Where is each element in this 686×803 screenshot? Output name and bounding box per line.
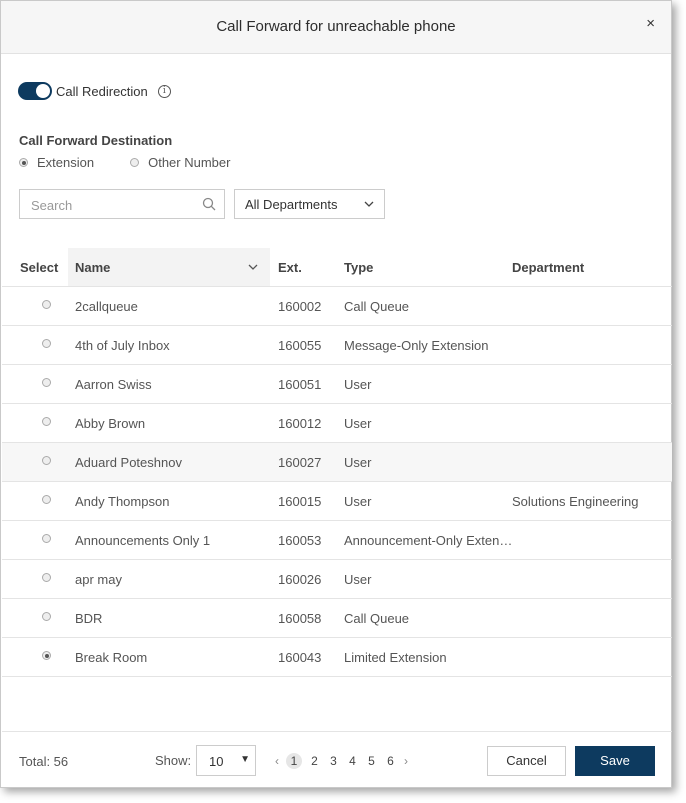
page-4[interactable]: 4 — [346, 754, 359, 768]
page-1[interactable]: 1 — [286, 753, 302, 769]
radio-other-number[interactable]: Other Number — [130, 155, 230, 170]
row-select-radio[interactable] — [42, 651, 51, 660]
department-dropdown[interactable]: All Departments — [234, 189, 385, 219]
cell-name: Break Room — [75, 650, 148, 665]
cell-name: apr may — [75, 572, 122, 587]
page-3[interactable]: 3 — [327, 754, 340, 768]
cell-type: Call Queue — [344, 299, 410, 314]
toggle-knob — [36, 84, 50, 98]
cell-type: User — [344, 572, 372, 587]
radio-other-number-dot[interactable] — [130, 158, 140, 167]
call-forward-dialog: Call Forward for unreachable phone × Cal… — [0, 0, 672, 788]
table-row[interactable]: Andy Thompson 160015 User Solutions Enginee… — [2, 482, 672, 521]
cell-name: Abby Brown — [75, 416, 146, 431]
table-row[interactable]: Aarron Swiss 160051 User — [2, 365, 672, 404]
table-row[interactable]: Abby Brown 160012 User — [2, 404, 672, 443]
cell-ext: 160026 — [278, 572, 322, 587]
radio-other-number-label: Other Number — [148, 155, 231, 170]
info-icon[interactable]: i — [157, 84, 171, 98]
cell-type: User — [344, 494, 372, 509]
row-select-radio[interactable] — [42, 456, 51, 465]
row-select-radio[interactable] — [42, 378, 51, 387]
cell-ext: 160055 — [278, 338, 322, 353]
cell-name: Aarron Swiss — [75, 377, 152, 392]
cancel-button[interactable]: Cancel — [487, 746, 566, 776]
total-count: Total: 56 — [19, 754, 69, 769]
row-select-radio[interactable] — [42, 417, 51, 426]
cell-ext: 160012 — [278, 416, 322, 431]
table-row[interactable]: Announcements Only 1 160053 Announcement-O… — [2, 521, 672, 560]
dialog-title: Call Forward for unreachable phone — [216, 18, 456, 35]
cell-type: User — [344, 455, 372, 470]
cell-type: User — [344, 416, 372, 431]
table-row[interactable]: 4th of July Inbox 160055 Message-Only Exte… — [2, 326, 672, 365]
cell-type: Call Queue — [344, 611, 410, 626]
table-row[interactable]: Break Room 160043 Limited Extension — [2, 638, 672, 677]
row-select-radio[interactable] — [42, 339, 51, 348]
chevron-down-icon — [364, 201, 374, 207]
table-row[interactable]: apr may 160026 User — [2, 560, 672, 599]
header-type: Type — [344, 260, 374, 275]
cell-name: BDR — [75, 611, 103, 626]
row-select-radio[interactable] — [42, 534, 51, 543]
row-select-radio[interactable] — [42, 612, 51, 621]
call-redirection-label: Call Redirection — [56, 83, 148, 99]
prev-page-icon[interactable]: ‹ — [275, 754, 279, 768]
table-header: Select Name Ext. Type Department — [2, 248, 672, 287]
cell-name: 4th of July Inbox — [75, 338, 170, 353]
row-select-radio[interactable] — [42, 573, 51, 582]
radio-extension-dot[interactable] — [19, 158, 28, 167]
page-size-select[interactable]: 10 ▼ — [196, 745, 256, 776]
show-label: Show: — [155, 753, 192, 768]
cell-ext: 160058 — [278, 611, 322, 626]
cell-department: Solutions Engineering — [512, 494, 639, 509]
caret-down-icon: ▼ — [240, 754, 250, 765]
cell-type: User — [344, 377, 372, 392]
department-dropdown-value: All Departments — [245, 197, 338, 212]
destination-options: Extension Other Number — [19, 155, 230, 170]
row-select-radio[interactable] — [42, 300, 51, 309]
table-row[interactable]: BDR 160058 Call Queue — [2, 599, 672, 638]
radio-extension-label: Extension — [37, 155, 95, 170]
table-row[interactable]: Aduard Poteshnov 160027 User — [2, 443, 672, 482]
cell-type: Message-Only Extension — [344, 338, 489, 353]
cell-name: Announcements Only 1 — [75, 533, 211, 548]
dialog-header: Call Forward for unreachable phone × — [1, 1, 671, 54]
cell-type: Limited Extension — [344, 650, 447, 665]
close-icon[interactable]: × — [646, 16, 655, 31]
destination-title: Call Forward Destination — [19, 133, 173, 148]
cell-name: Aduard Poteshnov — [75, 455, 182, 470]
cell-ext: 160043 — [278, 650, 322, 665]
save-button[interactable]: Save — [575, 746, 655, 776]
table-row[interactable]: 2callqueue 160002 Call Queue — [2, 287, 672, 326]
header-department: Department — [512, 260, 585, 275]
cell-ext: 160053 — [278, 533, 322, 548]
page-size-value: 10 — [209, 754, 224, 769]
call-redirection-row: Call Redirection i — [18, 81, 171, 101]
sort-chevron-icon[interactable] — [248, 262, 258, 272]
cell-ext: 160051 — [278, 377, 322, 392]
page-6[interactable]: 6 — [384, 754, 397, 768]
footer-divider — [2, 731, 672, 732]
cell-ext: 160027 — [278, 455, 322, 470]
cell-ext: 160002 — [278, 299, 322, 314]
search-field[interactable] — [19, 189, 225, 219]
row-select-radio[interactable] — [42, 495, 51, 504]
search-input[interactable] — [29, 197, 193, 214]
cell-ext: 160015 — [278, 494, 322, 509]
page-2[interactable]: 2 — [308, 754, 321, 768]
header-select: Select — [20, 260, 59, 275]
cell-name: Andy Thompson — [75, 494, 170, 509]
page-5[interactable]: 5 — [365, 754, 378, 768]
radio-extension[interactable]: Extension — [19, 155, 94, 170]
header-ext: Ext. — [278, 260, 302, 275]
call-redirection-toggle[interactable] — [18, 82, 52, 100]
cell-type: Announcement-Only Exten… — [344, 533, 513, 548]
header-name[interactable]: Name — [75, 260, 110, 275]
search-icon[interactable] — [202, 197, 216, 211]
next-page-icon[interactable]: › — [404, 754, 408, 768]
cell-name: 2callqueue — [75, 299, 138, 314]
pagination: ‹ 1 2 3 4 5 6 › — [271, 753, 412, 769]
